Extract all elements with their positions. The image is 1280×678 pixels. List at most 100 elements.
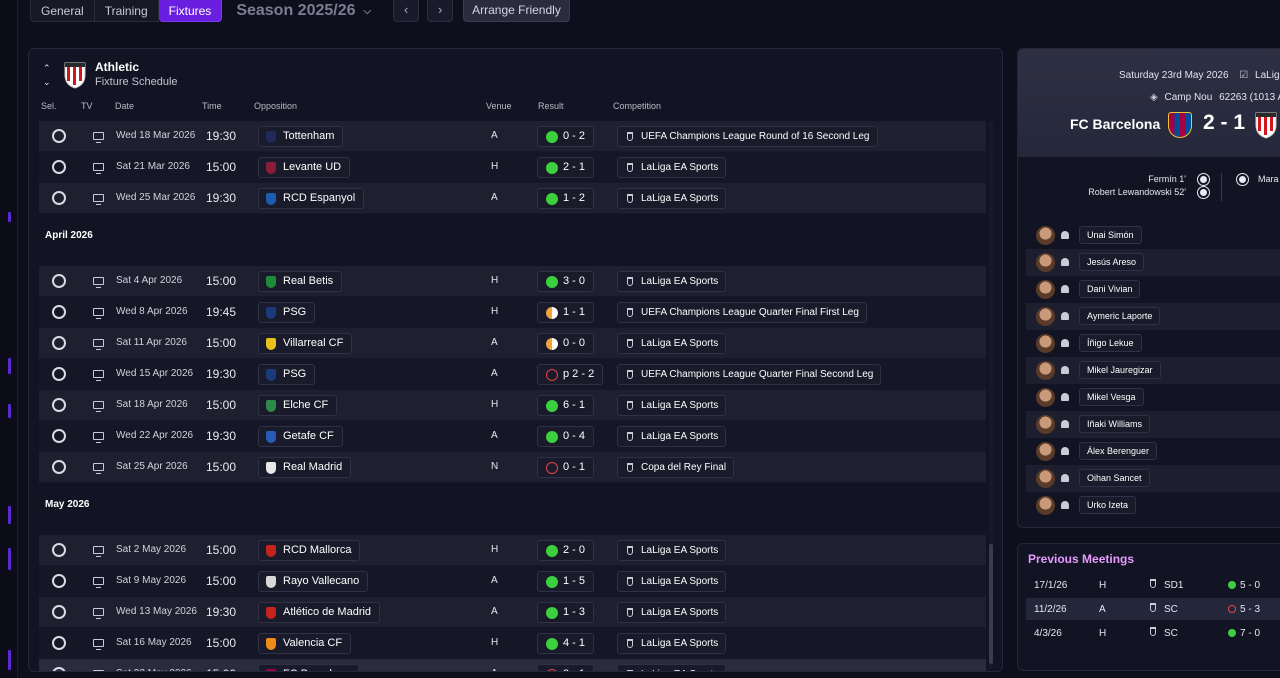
- column-header-time[interactable]: Time: [202, 101, 222, 111]
- fixture-row[interactable]: Sat 25 Apr 2026 15:00 Real Madrid N 0 - 1 Cop…: [39, 452, 986, 483]
- select-radio[interactable]: [52, 274, 66, 288]
- collapse-arrows[interactable]: ⌃ ⌄: [43, 61, 51, 89]
- competition-tag[interactable]: LaLiga EA Sports: [617, 602, 727, 623]
- competition-tag[interactable]: LaLiga EA Sports: [617, 188, 727, 209]
- result-tag[interactable]: 2 - 0: [537, 540, 595, 561]
- result-tag[interactable]: 2 - 1: [537, 157, 595, 178]
- competition-tag[interactable]: UEFA Champions League Quarter Final Seco…: [617, 364, 882, 385]
- lineup-row[interactable]: Unai Simón: [1026, 222, 1280, 249]
- opponent-tag[interactable]: RCD Mallorca: [258, 540, 361, 561]
- result-tag[interactable]: 1 - 1: [537, 302, 595, 323]
- competition-tag[interactable]: Copa del Rey Final: [617, 457, 735, 478]
- competition-tag[interactable]: LaLiga EA Sports: [617, 271, 727, 292]
- opponent-tag[interactable]: Levante UD: [258, 157, 351, 178]
- column-header-sel[interactable]: Sel.: [41, 101, 57, 111]
- player-name[interactable]: Álex Berenguer: [1079, 442, 1158, 460]
- opponent-tag[interactable]: Valencia CF: [258, 633, 352, 654]
- competition-tag[interactable]: LaLiga EA Sports: [617, 633, 727, 654]
- result-tag[interactable]: 6 - 1: [537, 395, 595, 416]
- opponent-tag[interactable]: Elche CF: [258, 395, 338, 416]
- competition-tag[interactable]: LaLiga EA Sports: [617, 333, 727, 354]
- column-header-competition[interactable]: Competition: [613, 101, 661, 111]
- fixture-row[interactable]: Sat 4 Apr 2026 15:00 Real Betis H 3 - 0 LaLig…: [39, 266, 986, 297]
- fixture-row[interactable]: Sat 2 May 2026 15:00 RCD Mallorca H 2 - 0 LaL…: [39, 535, 986, 566]
- lineup-row[interactable]: Oihan Sancet: [1026, 465, 1280, 492]
- fixture-row[interactable]: Sat 11 Apr 2026 15:00 Villarreal CF A 0 - 0 L…: [39, 328, 986, 359]
- opponent-tag[interactable]: FC Barcelona: [258, 664, 360, 671]
- tab-fixtures[interactable]: Fixtures: [158, 0, 223, 22]
- opponent-tag[interactable]: Atlético de Madrid: [258, 602, 381, 623]
- result-tag[interactable]: 1 - 2: [537, 188, 595, 209]
- result-tag[interactable]: p 2 - 2: [537, 364, 604, 385]
- player-name[interactable]: Oihan Sancet: [1079, 469, 1150, 487]
- player-name[interactable]: Jesús Areso: [1079, 253, 1145, 271]
- player-name[interactable]: Dani Vivian: [1079, 280, 1141, 298]
- select-radio[interactable]: [52, 543, 66, 557]
- competition-tag[interactable]: LaLiga EA Sports: [617, 157, 727, 178]
- select-radio[interactable]: [52, 191, 66, 205]
- competition-tag[interactable]: LaLiga EA Sports: [617, 540, 727, 561]
- previous-meeting-row[interactable]: 4/3/26 H SC 7 - 0: [1026, 622, 1280, 644]
- fixture-row[interactable]: Wed 15 Apr 2026 19:30 PSG Ap 2 - 2 UEFA Cham…: [39, 359, 986, 390]
- select-radio[interactable]: [52, 129, 66, 143]
- previous-button[interactable]: ‹: [393, 0, 420, 22]
- column-header-result[interactable]: Result: [538, 101, 564, 111]
- competition-tag[interactable]: LaLiga EA Sports: [617, 571, 727, 592]
- fixture-row[interactable]: Wed 25 Mar 2026 19:30 RCD Espanyol A 1 - 2 La…: [39, 183, 986, 214]
- column-header-venue[interactable]: Venue: [486, 101, 512, 111]
- opponent-tag[interactable]: PSG: [258, 302, 316, 323]
- select-radio[interactable]: [52, 367, 66, 381]
- result-tag[interactable]: 0 - 2: [537, 126, 595, 147]
- player-name[interactable]: Iñaki Williams: [1079, 415, 1151, 433]
- fixture-row[interactable]: Wed 13 May 2026 19:30 Atlético de Madrid A 1…: [39, 597, 986, 628]
- lineup-row[interactable]: Urko Izeta: [1026, 492, 1280, 519]
- fixture-row[interactable]: Sat 21 Mar 2026 15:00 Levante UD H 2 - 1 LaLi…: [39, 152, 986, 183]
- lineup-row[interactable]: Iñaki Williams: [1026, 411, 1280, 438]
- select-radio[interactable]: [52, 636, 66, 650]
- competition-tag[interactable]: UEFA Champions League Quarter Final Firs…: [617, 302, 867, 323]
- fixture-row[interactable]: Wed 18 Mar 2026 19:30 Tottenham A 0 - 2 UEFA …: [39, 121, 986, 152]
- select-radio[interactable]: [52, 429, 66, 443]
- competition-tag[interactable]: LaLiga EA Sports: [617, 664, 727, 671]
- select-radio[interactable]: [52, 336, 66, 350]
- fixture-row[interactable]: Sat 9 May 2026 15:00 Rayo Vallecano A 1 - 5 L…: [39, 566, 986, 597]
- select-radio[interactable]: [52, 605, 66, 619]
- select-radio[interactable]: [52, 574, 66, 588]
- column-header-tv[interactable]: TV: [81, 101, 93, 111]
- player-name[interactable]: Íñigo Lekue: [1079, 334, 1142, 352]
- result-tag[interactable]: 3 - 0: [537, 271, 595, 292]
- opponent-tag[interactable]: Rayo Vallecano: [258, 571, 369, 592]
- chevron-up-icon[interactable]: ⌃: [43, 61, 51, 75]
- fixture-row[interactable]: Sat 23 May 2026 15:00 FC Barcelona A 2 - 1 La…: [39, 659, 986, 671]
- tab-general[interactable]: General: [30, 0, 95, 22]
- opponent-tag[interactable]: PSG: [258, 364, 316, 385]
- competition-tag[interactable]: LaLiga EA Sports: [617, 426, 727, 447]
- result-tag[interactable]: 0 - 0: [537, 333, 595, 354]
- scrollbar-thumb[interactable]: [989, 544, 993, 664]
- player-name[interactable]: Urko Izeta: [1079, 496, 1137, 514]
- result-tag[interactable]: 1 - 3: [537, 602, 595, 623]
- lineup-row[interactable]: Álex Berenguer: [1026, 438, 1280, 465]
- result-tag[interactable]: 0 - 4: [537, 426, 595, 447]
- fixture-row[interactable]: Wed 22 Apr 2026 19:30 Getafe CF A 0 - 4 LaLig…: [39, 421, 986, 452]
- lineup-row[interactable]: Dani Vivian: [1026, 276, 1280, 303]
- lineup-row[interactable]: Aymeric Laporte: [1026, 303, 1280, 330]
- competition-tag[interactable]: UEFA Champions League Round of 16 Second…: [617, 126, 878, 147]
- player-name[interactable]: Mikel Vesga: [1079, 388, 1144, 406]
- opponent-tag[interactable]: RCD Espanyol: [258, 188, 365, 209]
- arrange-friendly-button[interactable]: Arrange Friendly: [463, 0, 570, 22]
- result-tag[interactable]: 1 - 5: [537, 571, 595, 592]
- result-tag[interactable]: 2 - 1: [537, 664, 595, 671]
- tab-training[interactable]: Training: [94, 0, 159, 22]
- lineup-row[interactable]: Jesús Areso: [1026, 249, 1280, 276]
- opponent-tag[interactable]: Tottenham: [258, 126, 344, 147]
- fixture-row[interactable]: Sat 18 Apr 2026 15:00 Elche CF H 6 - 1 LaLiga…: [39, 390, 986, 421]
- column-header-date[interactable]: Date: [115, 101, 134, 111]
- fixture-row[interactable]: Sat 16 May 2026 15:00 Valencia CF H 4 - 1 LaL…: [39, 628, 986, 659]
- opponent-tag[interactable]: Real Madrid: [258, 457, 352, 478]
- column-header-opposition[interactable]: Opposition: [254, 101, 297, 111]
- next-button[interactable]: ›: [427, 0, 454, 22]
- opponent-tag[interactable]: Getafe CF: [258, 426, 343, 447]
- player-name[interactable]: Unai Simón: [1079, 226, 1142, 244]
- fixture-row[interactable]: Wed 8 Apr 2026 19:45 PSG H 1 - 1 UEFA Champio…: [39, 297, 986, 328]
